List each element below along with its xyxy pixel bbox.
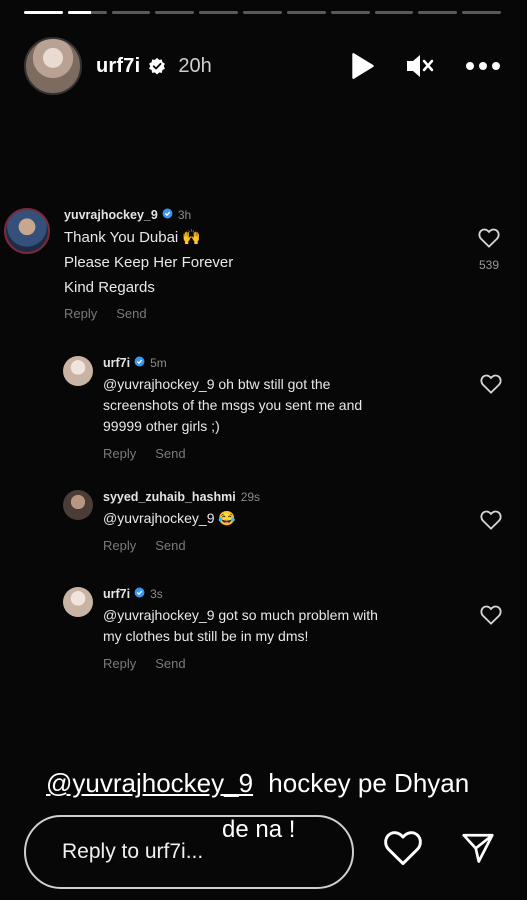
comment: urf7i 5m @yuvrajhockey_9 oh btw still go…: [63, 356, 362, 461]
story-header: urf7i 20h: [24, 37, 501, 95]
avatar[interactable]: [63, 587, 93, 617]
comment-time: 29s: [240, 490, 261, 504]
reply-button[interactable]: Reply: [103, 538, 136, 553]
comment-text: 99999 other girls ;): [103, 418, 220, 434]
progress-segment: [462, 11, 501, 14]
progress-segment: [374, 11, 414, 14]
comment: urf7i 3s @yuvrajhockey_9 got so much pro…: [63, 587, 378, 671]
send-button[interactable]: Send: [155, 446, 185, 461]
heart-icon[interactable]: [480, 374, 502, 399]
send-button[interactable]: Send: [155, 656, 185, 671]
comment-username[interactable]: urf7i: [103, 587, 130, 601]
verified-badge-icon: [148, 57, 166, 75]
verified-badge-icon: [162, 208, 173, 222]
comment-text: @yuvrajhockey_9 😂: [103, 510, 236, 526]
comment-username[interactable]: syyed_zuhaib_hashmi: [103, 490, 236, 504]
verified-badge-icon: [134, 356, 145, 370]
avatar[interactable]: [63, 356, 93, 386]
progress-segment: [418, 11, 458, 14]
comment: yuvrajhockey_9 3h Thank You Dubai 🙌 Plea…: [4, 208, 233, 321]
story-caption: @yuvrajhockey_9 hockey pe Dhyan: [46, 768, 469, 799]
send-button[interactable]: Send: [155, 538, 185, 553]
comment-username[interactable]: urf7i: [103, 356, 130, 370]
send-button[interactable]: Send: [116, 306, 146, 321]
caption-text: hockey pe Dhyan: [268, 768, 470, 798]
comment-time: 3h: [177, 208, 192, 222]
comment-text: @yuvrajhockey_9 got so much problem with: [103, 607, 378, 623]
comment-text: my clothes but still be in my dms!: [103, 628, 309, 644]
progress-segment: [199, 11, 239, 14]
verified-badge-icon: [134, 587, 145, 601]
progress-segment: [67, 11, 107, 14]
comment-text: screenshots of the msgs you sent me and: [103, 397, 363, 413]
heart-icon[interactable]: [383, 830, 423, 866]
comment-text: Kind Regards: [64, 279, 155, 296]
reply-input[interactable]: Reply to urf7i...: [24, 815, 354, 889]
comment-like: [480, 510, 502, 535]
progress-segment: [111, 11, 151, 14]
progress-segment: [243, 11, 282, 14]
comment-username[interactable]: yuvrajhockey_9: [64, 208, 158, 222]
story-time: 20h: [178, 54, 212, 77]
comment-text: @yuvrajhockey_9 oh btw still got the: [103, 376, 331, 392]
progress-segment: [24, 11, 63, 14]
avatar[interactable]: [63, 490, 93, 520]
comment-time: 5m: [150, 356, 167, 370]
reply-button[interactable]: Reply: [64, 306, 97, 321]
heart-icon[interactable]: [478, 228, 500, 253]
comment-like: [480, 605, 502, 630]
reply-placeholder: Reply to urf7i...: [62, 840, 204, 863]
story-username[interactable]: urf7i: [96, 55, 140, 78]
comment-time: 3s: [150, 587, 163, 601]
send-icon[interactable]: [459, 830, 497, 866]
reply-button[interactable]: Reply: [103, 656, 136, 671]
heart-icon[interactable]: [480, 510, 502, 535]
comment-like: 539: [478, 228, 500, 272]
story-progress-bar: [24, 11, 501, 14]
comment-like: [480, 374, 502, 399]
mute-icon[interactable]: [405, 52, 435, 80]
comment: syyed_zuhaib_hashmi 29s @yuvrajhockey_9 …: [63, 490, 260, 553]
mention-link[interactable]: @yuvrajhockey_9: [46, 768, 253, 798]
reply-button[interactable]: Reply: [103, 446, 136, 461]
more-icon[interactable]: [465, 61, 501, 71]
like-count: 539: [478, 258, 500, 272]
progress-segment: [155, 11, 195, 14]
heart-icon[interactable]: [480, 605, 502, 630]
avatar[interactable]: [4, 208, 50, 254]
avatar[interactable]: [24, 37, 82, 95]
progress-segment: [286, 11, 326, 14]
comment-text: Please Keep Her Forever: [64, 254, 234, 271]
comment-text: Thank You Dubai 🙌: [64, 229, 202, 246]
progress-segment: [330, 11, 370, 14]
play-icon[interactable]: [349, 52, 375, 80]
